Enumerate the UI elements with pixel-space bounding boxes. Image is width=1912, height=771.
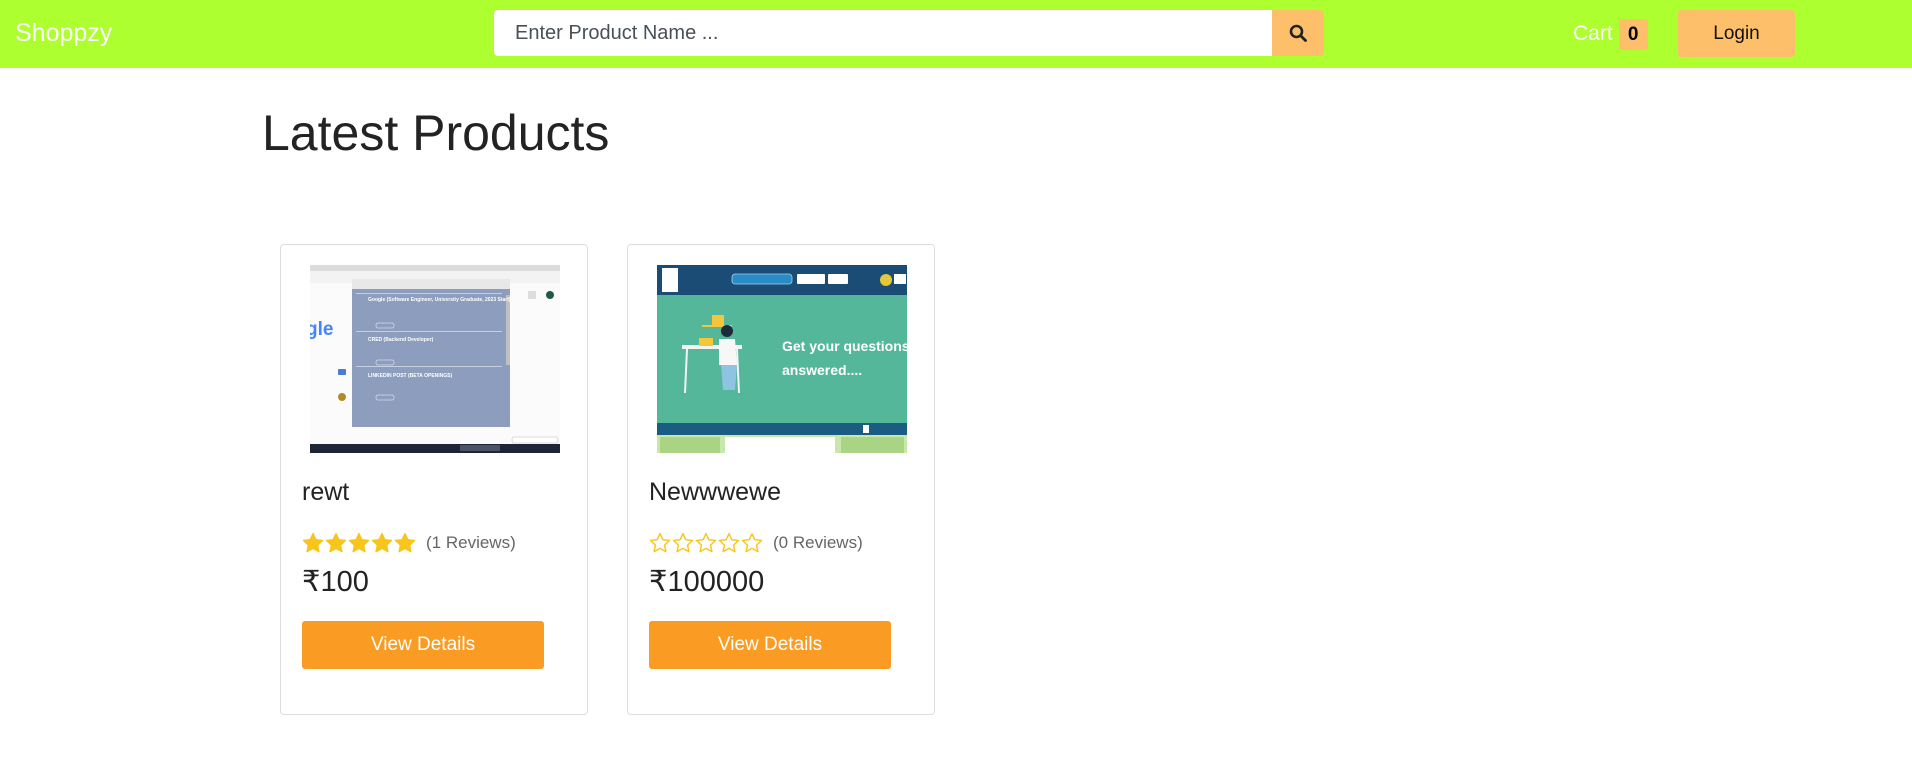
svg-text:LINKEDIN POST (BETA OPENINGS): LINKEDIN POST (BETA OPENINGS) [368,373,453,379]
star-filled-icon [348,532,370,553]
product-name[interactable]: rewt [302,476,349,508]
review-count: (1 Reviews) [426,533,516,552]
star-empty-icon [718,532,740,553]
star-filled-icon [371,532,393,553]
product-rating: (1 Reviews) [302,529,516,557]
product-card: Get your questions answered.... Newwwewe… [627,244,935,715]
svg-text:gle: gle [310,319,333,340]
product-name[interactable]: Newwwewe [649,476,781,508]
product-price: ₹100000 [649,566,765,598]
navbar: Shoppzy Cart 0 Login [0,0,1912,68]
review-count: (0 Reviews) [773,533,863,552]
search-form [494,10,1324,56]
svg-text:answered....: answered.... [782,362,862,378]
star-empty-icon [695,532,717,553]
rating-stars [302,532,416,554]
star-filled-icon [325,532,347,553]
cart-count-badge: 0 [1618,18,1648,50]
product-thumbnail-screenshot: Get your questions answered.... [657,265,907,453]
page-title: Latest Products [262,105,610,161]
star-filled-icon [302,532,324,553]
product-image[interactable]: Google (Software Engineer, University Gr… [310,265,560,453]
login-button[interactable]: Login [1678,10,1795,57]
cart-label: Cart [1573,22,1613,45]
svg-text:Get your questions: Get your questions [782,338,907,354]
search-button[interactable] [1272,10,1324,56]
brand-logo[interactable]: Shoppzy [15,16,112,50]
star-empty-icon [672,532,694,553]
rating-stars [649,532,763,554]
svg-text:Google (Software Engineer, Uni: Google (Software Engineer, University Gr… [368,297,511,303]
search-icon [1289,24,1307,42]
star-empty-icon [649,532,671,553]
view-details-button[interactable]: View Details [302,621,544,669]
product-rating: (0 Reviews) [649,529,863,557]
star-filled-icon [394,532,416,553]
svg-text:CRED (Backend Developer): CRED (Backend Developer) [368,337,434,343]
cart-link[interactable]: Cart 0 [1573,18,1648,50]
view-details-button[interactable]: View Details [649,621,891,669]
product-card: Google (Software Engineer, University Gr… [280,244,588,715]
star-empty-icon [741,532,763,553]
product-price: ₹100 [302,566,369,598]
product-image[interactable]: Get your questions answered.... [657,265,907,453]
search-input[interactable] [494,10,1272,56]
product-thumbnail-screenshot: Google (Software Engineer, University Gr… [310,265,560,453]
